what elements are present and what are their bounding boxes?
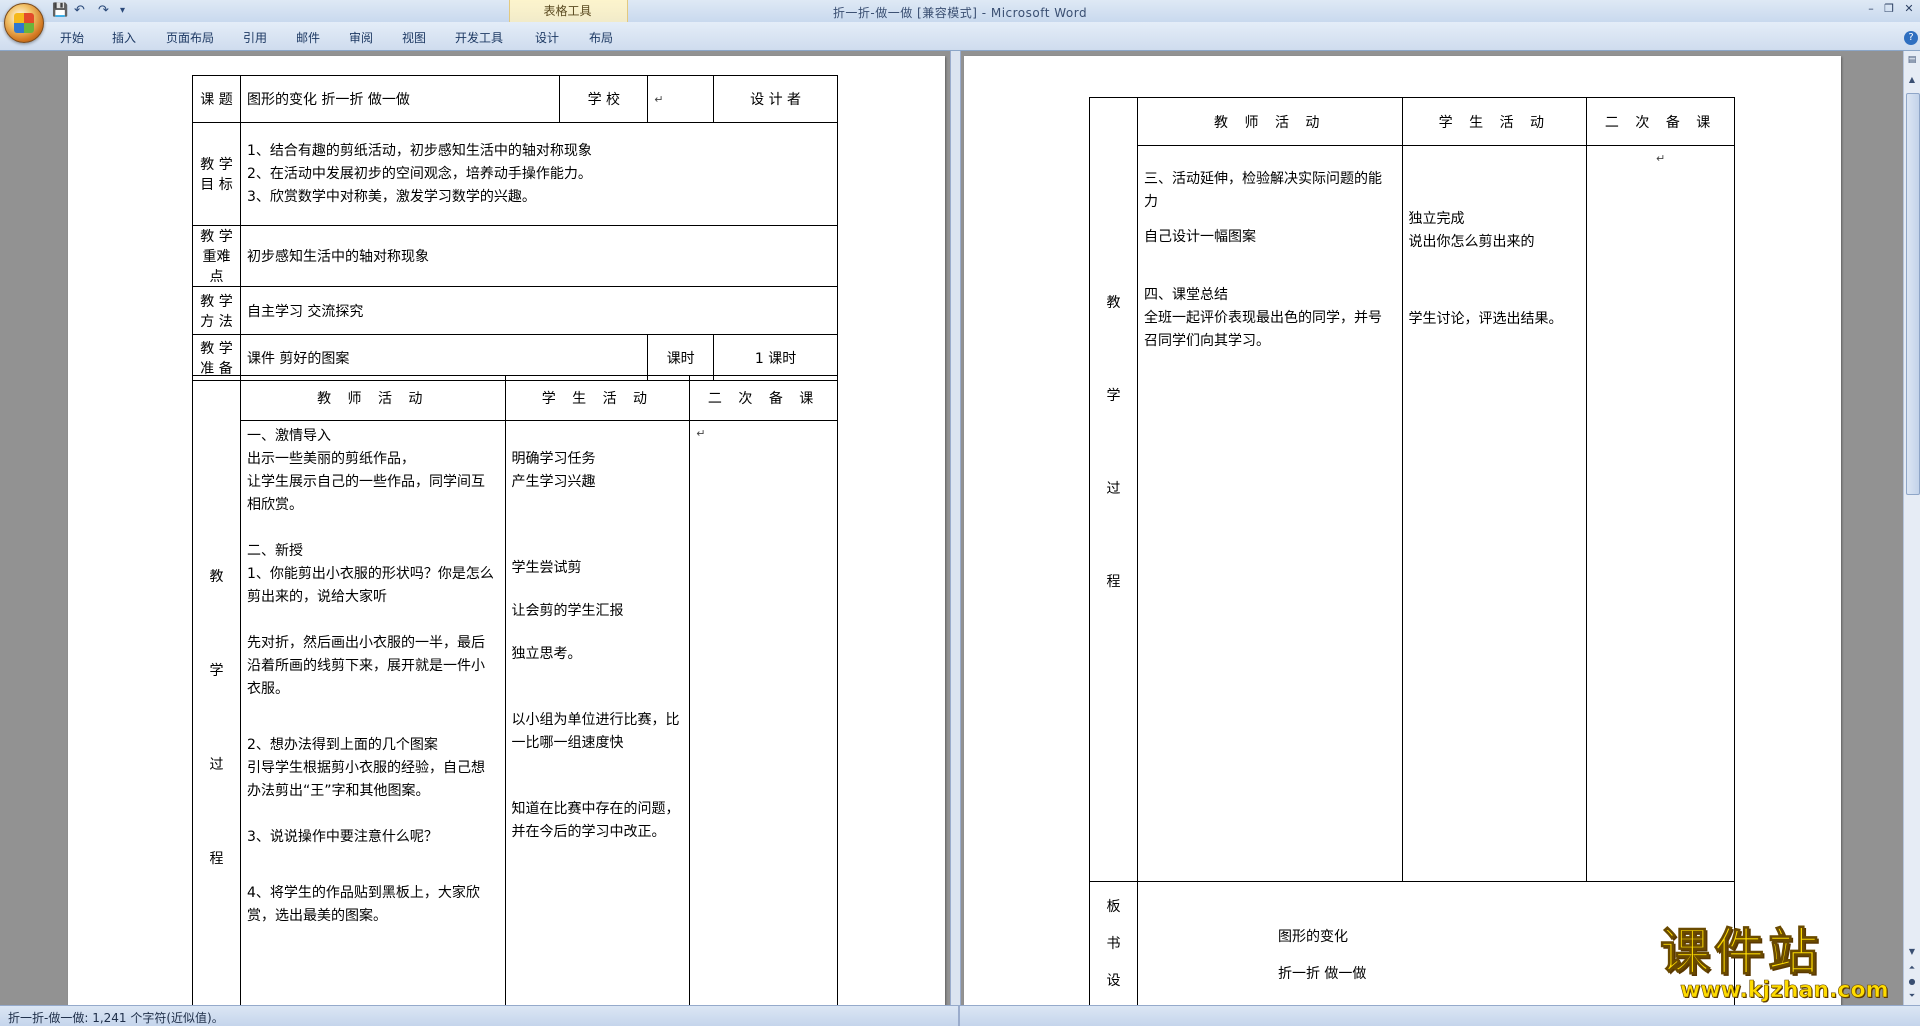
tab-developer[interactable]: 开发工具	[455, 29, 503, 46]
process-label: 教 学 过 程	[1089, 97, 1138, 882]
page-splitter[interactable]	[950, 51, 961, 1005]
lesson-plan-table-1[interactable]: 课 题 图形的变化 折一折 做一做 学 校 ↵ 设 计 者 教 学目 标 1、结…	[192, 75, 839, 381]
goals-list: 1、结合有趣的剪纸活动，初步感知生活中的轴对称现象 2、在活动中发展初步的空间观…	[239, 122, 839, 226]
second-prep-cell[interactable]: ↵	[1586, 145, 1735, 882]
word-count-status[interactable]: 折一折-做一做: 1,241 个字符(近似值)。	[8, 1009, 224, 1026]
col-student-activity: 学 生 活 动	[504, 375, 691, 421]
second-prep-cell[interactable]: ↵	[689, 420, 838, 1005]
goal-item: 3、欣赏数学中对称美，激发学习数学的兴趣。	[246, 188, 536, 205]
process-table-2[interactable]: 教 学 过 程 教 师 活 动 学 生 活 动 二 次 备 课 三、活动延伸，检…	[1089, 97, 1736, 1005]
tab-page-layout[interactable]: 页面布局	[166, 29, 214, 46]
document-area: 课 题 图形的变化 折一折 做一做 学 校 ↵ 设 计 者 教 学目 标 1、结…	[0, 51, 1903, 1005]
board-content[interactable]: 图形的变化 折一折 做一做	[1136, 881, 1736, 1005]
goal-item: 2、在活动中发展初步的空间观念，培养动手操作能力。	[246, 165, 592, 182]
minimize-icon[interactable]: –	[1862, 2, 1880, 16]
difficulty-text: 初步感知生活中的轴对称现象	[239, 225, 839, 287]
label-designer: 设 计 者	[713, 75, 838, 123]
label-prep: 教 学准 备	[192, 334, 241, 381]
label-school: 学 校	[559, 75, 649, 123]
next-page-icon[interactable]: ⏷	[1906, 991, 1918, 1005]
previous-page-icon[interactable]: ⏶	[1906, 963, 1918, 977]
col-student-activity: 学 生 活 动	[1401, 97, 1588, 146]
vertical-scrollbar[interactable]: ▤ ▲ ▼ ⏶ ● ⏷	[1903, 51, 1920, 1005]
school-value[interactable]: ↵	[647, 75, 715, 123]
browse-object-icon[interactable]: ●	[1906, 977, 1918, 991]
document-page-2[interactable]: 教 学 过 程 教 师 活 动 学 生 活 动 二 次 备 课 三、活动延伸，检…	[964, 56, 1841, 1005]
tab-home[interactable]: 开始	[60, 29, 84, 46]
process-label: 教 学 过 程	[192, 375, 241, 1005]
scroll-up-icon[interactable]: ▲	[1906, 75, 1918, 89]
tab-mailings[interactable]: 邮件	[296, 29, 320, 46]
label-goals: 教 学目 标	[192, 122, 241, 226]
tab-layout[interactable]: 布局	[589, 29, 613, 46]
watermark-title: 课件站	[1660, 923, 1822, 981]
col-second-prep: 二 次 备 课	[689, 375, 838, 421]
label-difficulty: 教 学重难点	[192, 225, 241, 287]
label-method: 教 学方 法	[192, 286, 241, 335]
prep-text: 课件 剪好的图案	[239, 334, 649, 381]
tab-view[interactable]: 视图	[402, 29, 426, 46]
ruler-toggle-icon[interactable]: ▤	[1906, 55, 1918, 69]
student-activity-cell[interactable]: 明确学习任务 产生学习兴趣 学生尝试剪 让会剪的学生汇报 独立思考。 以小组为单…	[504, 420, 691, 1005]
teacher-activity-cell[interactable]: 三、活动延伸，检验解决实际问题的能力 自己设计一幅图案 四、课堂总结 全班一起评…	[1136, 145, 1403, 882]
status-bar: 折一折-做一做: 1,241 个字符(近似值)。	[0, 1005, 1920, 1026]
label-hours: 课时	[647, 334, 715, 381]
help-icon[interactable]: ?	[1904, 31, 1918, 45]
board-label: 板 书 设	[1089, 881, 1138, 1005]
close-icon[interactable]: ✕	[1900, 2, 1918, 16]
method-text: 自主学习 交流探究	[239, 286, 839, 335]
document-page-1[interactable]: 课 题 图形的变化 折一折 做一做 学 校 ↵ 设 计 者 教 学目 标 1、结…	[68, 56, 945, 1005]
goal-item: 1、结合有趣的剪纸活动，初步感知生活中的轴对称现象	[246, 142, 592, 159]
student-activity-cell[interactable]: 独立完成 说出你怎么剪出来的 学生讨论，评选出结果。	[1401, 145, 1588, 882]
course-title: 图形的变化 折一折 做一做	[239, 75, 561, 123]
process-table-1[interactable]: 教 学 过 程 教 师 活 动 学 生 活 动 二 次 备 课 一、激情导入 出…	[192, 375, 838, 1005]
ribbon-tabs-bar	[0, 22, 1920, 51]
teacher-activity-cell[interactable]: 一、激情导入 出示一些美丽的剪纸作品， 让学生展示自己的一些作品，同学间互相欣赏…	[239, 420, 506, 1005]
hours-value: 1 课时	[713, 334, 838, 381]
restore-icon[interactable]: ❐	[1880, 2, 1898, 16]
label-course: 课 题	[192, 75, 241, 123]
office-button[interactable]	[4, 3, 44, 43]
col-teacher-activity: 教 师 活 动	[239, 375, 506, 421]
office-logo-icon	[14, 13, 34, 33]
tab-review[interactable]: 审阅	[349, 29, 373, 46]
tab-references[interactable]: 引用	[243, 29, 267, 46]
status-divider	[958, 1006, 960, 1026]
scroll-down-icon[interactable]: ▼	[1906, 947, 1918, 961]
col-second-prep: 二 次 备 课	[1586, 97, 1735, 146]
watermark-url: www.kjzhan.com	[1680, 978, 1889, 1004]
window-title: 折一折-做一做 [兼容模式] - Microsoft Word	[832, 6, 1088, 20]
scroll-thumb[interactable]	[1906, 93, 1920, 495]
tab-design[interactable]: 设计	[535, 29, 559, 46]
tab-insert[interactable]: 插入	[112, 29, 136, 46]
watermark-logo: 课件站 www.kjzhan.com	[1660, 923, 1900, 1004]
col-teacher-activity: 教 师 活 动	[1136, 97, 1403, 146]
